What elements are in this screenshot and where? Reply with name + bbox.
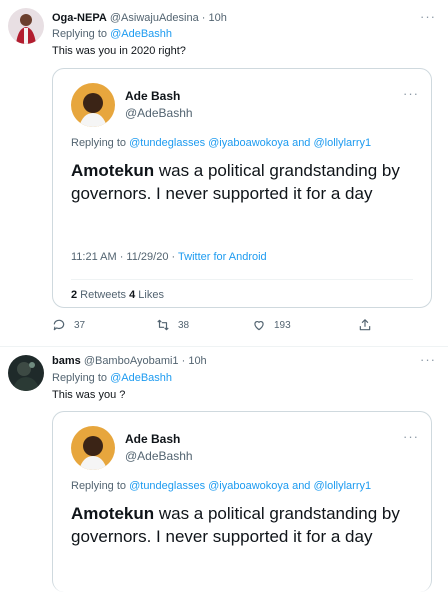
replying-prefix: Replying to (52, 28, 111, 40)
quoted-text-bold: Amotekun (71, 161, 155, 180)
retweet-button[interactable]: 38 (156, 318, 189, 332)
display-name[interactable]: Oga-NEPA (52, 12, 107, 24)
more-icon[interactable]: ··· (403, 430, 419, 443)
avatar[interactable] (8, 355, 44, 391)
display-name[interactable]: bams (52, 355, 81, 367)
replying-prefix: Replying to (71, 137, 130, 149)
quoted-replying-to: Replying to @tundeglasses @iyaboawokoya … (71, 480, 371, 492)
handle-and-time[interactable]: @BamboAyobami1 · 10h (84, 355, 207, 367)
action-bar: 37 38 193 (52, 318, 382, 334)
more-icon[interactable]: ··· (403, 87, 419, 100)
source-link[interactable]: Twitter for Android (178, 251, 267, 263)
quoted-display-name[interactable]: Ade Bash (125, 432, 180, 446)
tweet-header: Oga-NEPA @AsiwajuAdesina · 10h (52, 12, 227, 24)
quoted-avatar[interactable] (71, 83, 115, 127)
timestamp[interactable]: 11:21 AM · 11/29/20 · (71, 251, 178, 263)
retweet-icon (157, 319, 169, 331)
tweet[interactable]: bams @BamboAyobami1 · 10h ··· Replying t… (0, 346, 448, 592)
handle-and-time[interactable]: @AsiwajuAdesina · 10h (110, 12, 227, 24)
retweets-label[interactable]: Retweets (77, 289, 129, 301)
tweet-text: This was you in 2020 right? (52, 45, 186, 57)
like-count: 193 (274, 319, 291, 331)
replying-users-link[interactable]: @tundeglasses @iyaboawokoya and @lollyla… (129, 137, 371, 149)
quoted-tweet[interactable]: Ade Bash @AdeBashh ··· Replying to @tund… (52, 411, 432, 592)
share-button[interactable] (358, 318, 372, 332)
quoted-text-bold: Amotekun (71, 504, 155, 523)
quoted-display-name[interactable]: Ade Bash (125, 89, 180, 103)
quoted-text: Amotekun was a political grandstanding b… (71, 502, 416, 548)
tweet-header: bams @BamboAyobami1 · 10h (52, 355, 207, 367)
quoted-handle[interactable]: @AdeBashh (125, 106, 193, 120)
more-icon[interactable]: ··· (420, 10, 436, 23)
replying-user-link[interactable]: @AdeBashh (110, 372, 172, 384)
divider (71, 279, 413, 280)
quoted-text: Amotekun was a political grandstanding b… (71, 159, 416, 205)
replying-to: Replying to @AdeBashh (52, 372, 172, 384)
share-icon (359, 319, 371, 331)
avatar[interactable] (8, 8, 44, 44)
quoted-tweet[interactable]: Ade Bash @AdeBashh ··· Replying to @tund… (52, 68, 432, 308)
replying-prefix: Replying to (71, 480, 130, 492)
heart-icon (254, 321, 264, 331)
like-button[interactable]: 193 (252, 318, 291, 332)
replying-users-link[interactable]: @tundeglasses @iyaboawokoya and @lollyla… (129, 480, 371, 492)
quoted-stats: 2 Retweets 4 Likes (71, 289, 164, 301)
likes-label[interactable]: Likes (135, 289, 164, 301)
quoted-handle[interactable]: @AdeBashh (125, 449, 193, 463)
tweet-text: This was you ? (52, 389, 126, 401)
tweet[interactable]: Oga-NEPA @AsiwajuAdesina · 10h ··· Reply… (0, 0, 448, 346)
quoted-timestamp: 11:21 AM · 11/29/20 · Twitter for Androi… (71, 251, 267, 263)
reply-button[interactable]: 37 (52, 318, 85, 332)
retweet-count: 38 (178, 319, 190, 331)
reply-icon (53, 319, 65, 331)
quoted-avatar[interactable] (71, 426, 115, 470)
replying-to: Replying to @AdeBashh (52, 28, 172, 40)
replying-user-link[interactable]: @AdeBashh (110, 28, 172, 40)
quoted-replying-to: Replying to @tundeglasses @iyaboawokoya … (71, 137, 371, 149)
more-icon[interactable]: ··· (420, 353, 436, 366)
replying-prefix: Replying to (52, 372, 111, 384)
reply-count: 37 (74, 319, 86, 331)
